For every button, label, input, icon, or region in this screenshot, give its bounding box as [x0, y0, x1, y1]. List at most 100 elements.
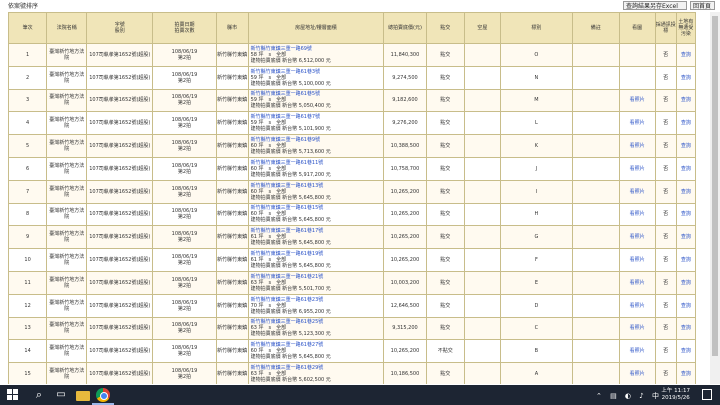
- cell-photo[interactable]: 看照片: [618, 134, 656, 158]
- cell-text-addr3[interactable]: 建物拍賣底價 新台幣 5,645,800 元: [251, 195, 383, 201]
- cell-text-addr3[interactable]: 建物拍賣底價 新台幣 5,645,800 元: [251, 217, 383, 223]
- cell-photo[interactable]: 看照片: [618, 156, 656, 181]
- cell-text-addr3[interactable]: 建物拍賣底價 新台幣 5,050,400 元: [251, 103, 383, 109]
- cell-text-addr3[interactable]: 建物拍賣底價 新台幣 5,101,900 元: [251, 126, 383, 132]
- cell-text-pollute[interactable]: 查詢: [677, 166, 694, 172]
- cell-text-pollute[interactable]: 查詢: [677, 75, 694, 81]
- cell-text-photo[interactable]: 看照片: [620, 325, 654, 331]
- cell-addr[interactable]: 新竹縣竹東鎮三重一路61巷23號 70 坪 s 全部 建物拍賣底價 新台幣 6,95…: [247, 293, 385, 318]
- cell-pollute[interactable]: 查詢: [675, 179, 697, 204]
- export-excel-button[interactable]: 查詢結果另存Excel: [623, 1, 687, 10]
- cell-photo[interactable]: 看照片: [618, 270, 656, 295]
- cell-text-addr3[interactable]: 建物拍賣底價 新台幣 5,645,800 元: [251, 263, 383, 269]
- cell-photo[interactable]: 看照片: [618, 339, 656, 364]
- cell-addr[interactable]: 新竹縣竹東鎮三重一路61巷7號 59 坪 s 全部 建物拍賣底價 新台幣 5,101…: [247, 111, 385, 136]
- cell-addr[interactable]: 新竹縣竹東鎮三重一路61巷21號 63 坪 s 全部 建物拍賣底價 新台幣 5,50…: [247, 270, 385, 295]
- cell-text-pollute[interactable]: 查詢: [677, 257, 694, 263]
- cell-text-pollute[interactable]: 查詢: [677, 280, 694, 286]
- cell-photo[interactable]: 看照片: [618, 248, 656, 272]
- cell-pollute[interactable]: 查詢: [675, 134, 697, 158]
- scrollbar-thumb[interactable]: [712, 16, 718, 356]
- cell-pollute[interactable]: 查詢: [675, 202, 697, 227]
- cell-text-addr3[interactable]: 建物拍賣底價 新台幣 5,100,000 元: [251, 81, 383, 87]
- cell-text-addr3[interactable]: 建物拍賣底價 新台幣 5,645,800 元: [251, 240, 383, 246]
- cell-addr[interactable]: 新竹縣竹東鎮三重一路61巷3號 59 坪 s 全部 建物拍賣底價 新台幣 5,100…: [247, 65, 385, 90]
- cell-pollute[interactable]: 查詢: [675, 362, 697, 384]
- sort-label[interactable]: 依案號排序: [8, 1, 38, 10]
- cell-text-pollute[interactable]: 查詢: [677, 120, 694, 126]
- notification-icon[interactable]: [702, 389, 712, 400]
- cell-photo[interactable]: 看照片: [618, 293, 656, 318]
- cell-text-pollute[interactable]: 查詢: [677, 234, 694, 240]
- cell-addr[interactable]: 新竹縣竹東鎮三重一路61巷15號 60 坪 s 全部 建物拍賣底價 新台幣 5,64…: [247, 202, 385, 227]
- cell-text-photo[interactable]: 看照片: [620, 257, 654, 263]
- cell-pollute[interactable]: 查詢: [675, 65, 697, 90]
- cell-addr[interactable]: 新竹縣竹東鎮三重一路61巷27號 60 坪 s 全部 建物拍賣底價 新台幣 5,64…: [247, 339, 385, 364]
- cell-text-pollute[interactable]: 查詢: [677, 143, 694, 149]
- cell-text-pollute[interactable]: 查詢: [677, 371, 694, 377]
- cell-text-photo[interactable]: 看照片: [620, 97, 654, 103]
- cell-text-pollute[interactable]: 查詢: [677, 303, 694, 309]
- cell-text-photo[interactable]: 看照片: [620, 371, 654, 377]
- cell-photo[interactable]: [618, 43, 656, 67]
- cell-pollute[interactable]: 查詢: [675, 225, 697, 250]
- cell-addr[interactable]: 新竹縣竹東鎮三重一路69號 58 坪 s 全部 建物拍賣底價 新台幣 6,512,0…: [247, 43, 385, 67]
- cell-pollute[interactable]: 查詢: [675, 111, 697, 136]
- cell-text-photo[interactable]: 看照片: [620, 280, 654, 286]
- chrome-icon[interactable]: [96, 388, 110, 402]
- cell-addr[interactable]: 新竹縣竹東鎮三重一路61巷25號 63 坪 s 全部 建物拍賣底價 新台幣 5,12…: [247, 316, 385, 341]
- clock[interactable]: 上午 11:17 2019/5/26: [661, 388, 690, 402]
- cell-text-addr3[interactable]: 建物拍賣底價 新台幣 5,713,600 元: [251, 149, 383, 155]
- cell-text-pollute[interactable]: 查詢: [677, 211, 694, 217]
- vertical-scrollbar[interactable]: [710, 12, 720, 384]
- cell-text-photo[interactable]: 看照片: [620, 348, 654, 354]
- cell-photo[interactable]: [618, 65, 656, 90]
- cell-addr[interactable]: 新竹縣竹東鎮三重一路61巷9號 60 坪 s 全部 建物拍賣底價 新台幣 5,713…: [247, 134, 385, 158]
- cell-text-addr3[interactable]: 建物拍賣底價 新台幣 6,955,200 元: [251, 309, 383, 315]
- home-button[interactable]: 回首頁: [690, 1, 715, 10]
- file-explorer-icon[interactable]: [76, 391, 90, 401]
- cell-text-pollute[interactable]: 查詢: [677, 189, 694, 195]
- cell-photo[interactable]: 看照片: [618, 88, 656, 113]
- cell-text-addr3[interactable]: 建物拍賣底價 新台幣 5,602,500 元: [251, 377, 383, 383]
- task-view-icon[interactable]: ▭: [54, 388, 68, 402]
- cell-pollute[interactable]: 查詢: [675, 339, 697, 364]
- cell-text-photo[interactable]: 看照片: [620, 166, 654, 172]
- cell-photo[interactable]: 看照片: [618, 202, 656, 227]
- cell-text-addr3[interactable]: 建物拍賣底價 新台幣 5,917,200 元: [251, 172, 383, 178]
- cell-addr[interactable]: 新竹縣竹東鎮三重一路61巷29號 63 坪 s 全部 建物拍賣底價 新台幣 5,60…: [247, 362, 385, 384]
- cell-text-photo[interactable]: 看照片: [620, 234, 654, 240]
- cell-addr[interactable]: 新竹縣竹東鎮三重一路61巷11號 60 坪 s 全部 建物拍賣底價 新台幣 5,91…: [247, 156, 385, 181]
- cell-text-photo[interactable]: 看照片: [620, 120, 654, 126]
- cell-photo[interactable]: 看照片: [618, 179, 656, 204]
- cell-text-addr3[interactable]: 建物拍賣底價 新台幣 5,123,300 元: [251, 331, 383, 337]
- cell-text-pollute[interactable]: 查詢: [677, 325, 694, 331]
- cell-pollute[interactable]: 查詢: [675, 248, 697, 272]
- cell-text-photo[interactable]: 看照片: [620, 303, 654, 309]
- cell-pollute[interactable]: 查詢: [675, 156, 697, 181]
- cell-text-photo[interactable]: 看照片: [620, 189, 654, 195]
- system-tray-icons[interactable]: ⌃ ▤ ◐ ♪ 中: [596, 391, 662, 401]
- start-windows-icon[interactable]: [6, 388, 20, 402]
- cell-pollute[interactable]: 查詢: [675, 43, 697, 67]
- cell-text-pollute[interactable]: 查詢: [677, 52, 694, 58]
- cell-photo[interactable]: 看照片: [618, 225, 656, 250]
- cell-pollute[interactable]: 查詢: [675, 88, 697, 113]
- cell-addr[interactable]: 新竹縣竹東鎮三重一路61巷13號 60 坪 s 全部 建物拍賣底價 新台幣 5,64…: [247, 179, 385, 204]
- search-icon[interactable]: ⌕: [32, 388, 46, 402]
- cell-photo[interactable]: 看照片: [618, 362, 656, 384]
- cell-text-pollute[interactable]: 查詢: [677, 348, 694, 354]
- cell-text-addr3[interactable]: 建物拍賣底價 新台幣 6,512,000 元: [251, 58, 383, 64]
- cell-pollute[interactable]: 查詢: [675, 270, 697, 295]
- cell-addr[interactable]: 新竹縣竹東鎮三重一路61巷5號 59 坪 s 全部 建物拍賣底價 新台幣 5,050…: [247, 88, 385, 113]
- cell-text-pollute[interactable]: 查詢: [677, 97, 694, 103]
- cell-text-photo[interactable]: 看照片: [620, 143, 654, 149]
- cell-addr[interactable]: 新竹縣竹東鎮三重一路61巷19號 61 坪 s 全部 建物拍賣底價 新台幣 5,64…: [247, 248, 385, 272]
- cell-addr[interactable]: 新竹縣竹東鎮三重一路61巷17號 61 坪 s 全部 建物拍賣底價 新台幣 5,64…: [247, 225, 385, 250]
- cell-text-photo[interactable]: 看照片: [620, 211, 654, 217]
- cell-text-addr3[interactable]: 建物拍賣底價 新台幣 5,501,700 元: [251, 286, 383, 292]
- cell-pollute[interactable]: 查詢: [675, 293, 697, 318]
- cell-photo[interactable]: 看照片: [618, 111, 656, 136]
- cell-text-addr3[interactable]: 建物拍賣底價 新台幣 5,645,800 元: [251, 354, 383, 360]
- cell-pollute[interactable]: 查詢: [675, 316, 697, 341]
